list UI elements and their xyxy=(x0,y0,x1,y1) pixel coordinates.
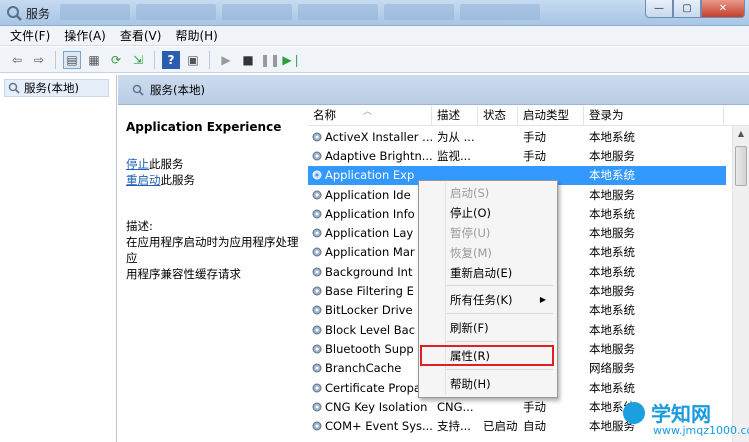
service-gear-icon xyxy=(312,132,322,142)
menu-separator xyxy=(447,285,553,286)
forward-icon[interactable]: ⇨ xyxy=(30,51,48,69)
menu-item-restart[interactable]: 重新启动(E) xyxy=(422,263,554,283)
menu-bar: 文件(F) 操作(A) 查看(V) 帮助(H) xyxy=(0,26,749,46)
description-line-2: 用程序兼容性缓存请求 xyxy=(126,267,241,281)
tree-item-services-local[interactable]: 服务(本地) xyxy=(4,79,109,97)
column-header-log-on-as[interactable]: 登录为 xyxy=(584,106,724,126)
title-bar: 服务 — ▢ ✕ xyxy=(0,0,749,26)
pane-header-title: 服务(本地) xyxy=(150,82,205,97)
console-tree: 服务(本地) xyxy=(0,75,117,442)
service-title: Application Experience xyxy=(126,120,282,134)
vertical-scrollbar[interactable]: ▲ xyxy=(732,126,749,442)
minimize-button[interactable]: — xyxy=(645,0,673,18)
menu-separator xyxy=(447,369,553,370)
list-header: ︿ 名称 描述 状态 启动类型 登录为 xyxy=(308,106,749,126)
description-line-1: 在应用程序启动时为应用程序处理应 xyxy=(126,235,299,265)
service-gear-icon xyxy=(312,267,322,277)
toolbar-separator xyxy=(209,50,210,69)
column-header-description[interactable]: 描述 xyxy=(432,106,478,126)
background-taskbar-ghost xyxy=(60,4,540,20)
window-title: 服务 xyxy=(26,7,51,21)
scroll-thumb[interactable] xyxy=(735,146,747,186)
column-header-name[interactable]: ︿ 名称 xyxy=(308,106,432,126)
service-gear-icon xyxy=(312,286,322,296)
service-gear-icon xyxy=(312,305,322,315)
menu-item-all-tasks[interactable]: 所有任务(K) ▶ xyxy=(422,290,554,310)
restart-service-link[interactable]: 重启动 xyxy=(126,173,161,187)
pause-service-icon[interactable]: ❚❚ xyxy=(260,51,280,69)
properties-icon[interactable]: ▦ xyxy=(85,51,103,69)
show-hide-action-pane-icon[interactable]: ▣ xyxy=(184,51,202,69)
properties-highlight-box xyxy=(420,345,554,366)
restart-service-action: 重启动此服务 xyxy=(126,172,300,188)
service-gear-icon xyxy=(312,344,322,354)
service-detail-panel: Application Experience 停止此服务 重启动此服务 描述: … xyxy=(118,106,308,442)
service-gear-icon xyxy=(312,421,322,431)
service-gear-icon xyxy=(312,325,322,335)
watermark-brand: 学知网 xyxy=(651,402,711,426)
tree-item-label: 服务(本地) xyxy=(24,81,79,95)
menu-item-help[interactable]: 帮助(H) xyxy=(422,374,554,394)
restart-service-icon[interactable]: ▶❘ xyxy=(282,51,301,69)
table-row[interactable]: Adaptive Brightn... 监视... 手动 本地服务 xyxy=(308,146,726,165)
restart-service-suffix: 此服务 xyxy=(160,173,196,187)
description-label: 描述: xyxy=(126,219,153,233)
watermark: 学知网 www.jmqz1000.com xyxy=(619,396,749,442)
menu-item-start[interactable]: 启动(S) xyxy=(422,183,554,203)
scroll-up-icon[interactable]: ▲ xyxy=(733,126,749,142)
refresh-icon[interactable]: ⟳ xyxy=(107,51,125,69)
menu-help[interactable]: 帮助(H) xyxy=(175,27,217,44)
menu-separator xyxy=(447,341,553,342)
watermark-logo-icon xyxy=(623,402,645,424)
stop-service-icon[interactable]: ■ xyxy=(239,51,257,69)
pane-header: 服务(本地) xyxy=(118,75,749,105)
watermark-url: www.jmqz1000.com xyxy=(653,424,749,437)
stop-service-link[interactable]: 停止 xyxy=(126,157,149,171)
services-app-icon xyxy=(7,6,22,21)
menu-separator xyxy=(447,313,553,314)
menu-item-stop[interactable]: 停止(O) xyxy=(422,203,554,223)
column-header-status[interactable]: 状态 xyxy=(478,106,518,126)
help-icon[interactable]: ? xyxy=(162,50,180,69)
service-gear-icon xyxy=(312,363,322,373)
toolbar-separator xyxy=(55,50,56,69)
submenu-arrow-icon: ▶ xyxy=(539,295,546,304)
stop-service-suffix: 此服务 xyxy=(149,157,184,171)
menu-item-resume[interactable]: 恢复(M) xyxy=(422,243,554,263)
service-gear-icon xyxy=(312,209,322,219)
console-tree-icon[interactable]: ▤ xyxy=(63,50,81,69)
service-gear-icon xyxy=(312,402,322,412)
menu-file[interactable]: 文件(F) xyxy=(10,27,50,44)
search-services-icon xyxy=(132,84,144,96)
search-services-icon xyxy=(8,82,20,94)
menu-view[interactable]: 查看(V) xyxy=(120,27,162,44)
toolbar-separator xyxy=(154,50,155,69)
sort-ascending-icon: ︿ xyxy=(363,107,373,117)
stop-service-action: 停止此服务 xyxy=(126,156,300,172)
maximize-button[interactable]: ▢ xyxy=(673,0,701,18)
service-gear-icon xyxy=(312,228,322,238)
toolbar: ⇦ ⇨ ▤ ▦ ⟳ ⇲ ? ▣ ▶ ■ ❚❚ ▶❘ xyxy=(0,47,749,73)
service-gear-icon xyxy=(312,151,322,161)
table-row[interactable]: ActiveX Installer ... 为从 ... 手动 本地系统 xyxy=(308,127,726,146)
service-gear-icon xyxy=(312,247,322,257)
export-list-icon[interactable]: ⇲ xyxy=(129,51,147,69)
column-header-startup-type[interactable]: 启动类型 xyxy=(518,106,584,126)
close-button[interactable]: ✕ xyxy=(701,0,745,18)
menu-item-refresh[interactable]: 刷新(F) xyxy=(422,318,554,338)
service-gear-icon xyxy=(312,383,322,392)
back-icon[interactable]: ⇦ xyxy=(8,51,26,69)
menu-item-pause[interactable]: 暂停(U) xyxy=(422,223,554,243)
menu-action[interactable]: 操作(A) xyxy=(64,27,106,44)
service-gear-icon xyxy=(312,170,322,180)
service-gear-icon xyxy=(312,190,322,200)
start-service-icon[interactable]: ▶ xyxy=(217,51,235,69)
